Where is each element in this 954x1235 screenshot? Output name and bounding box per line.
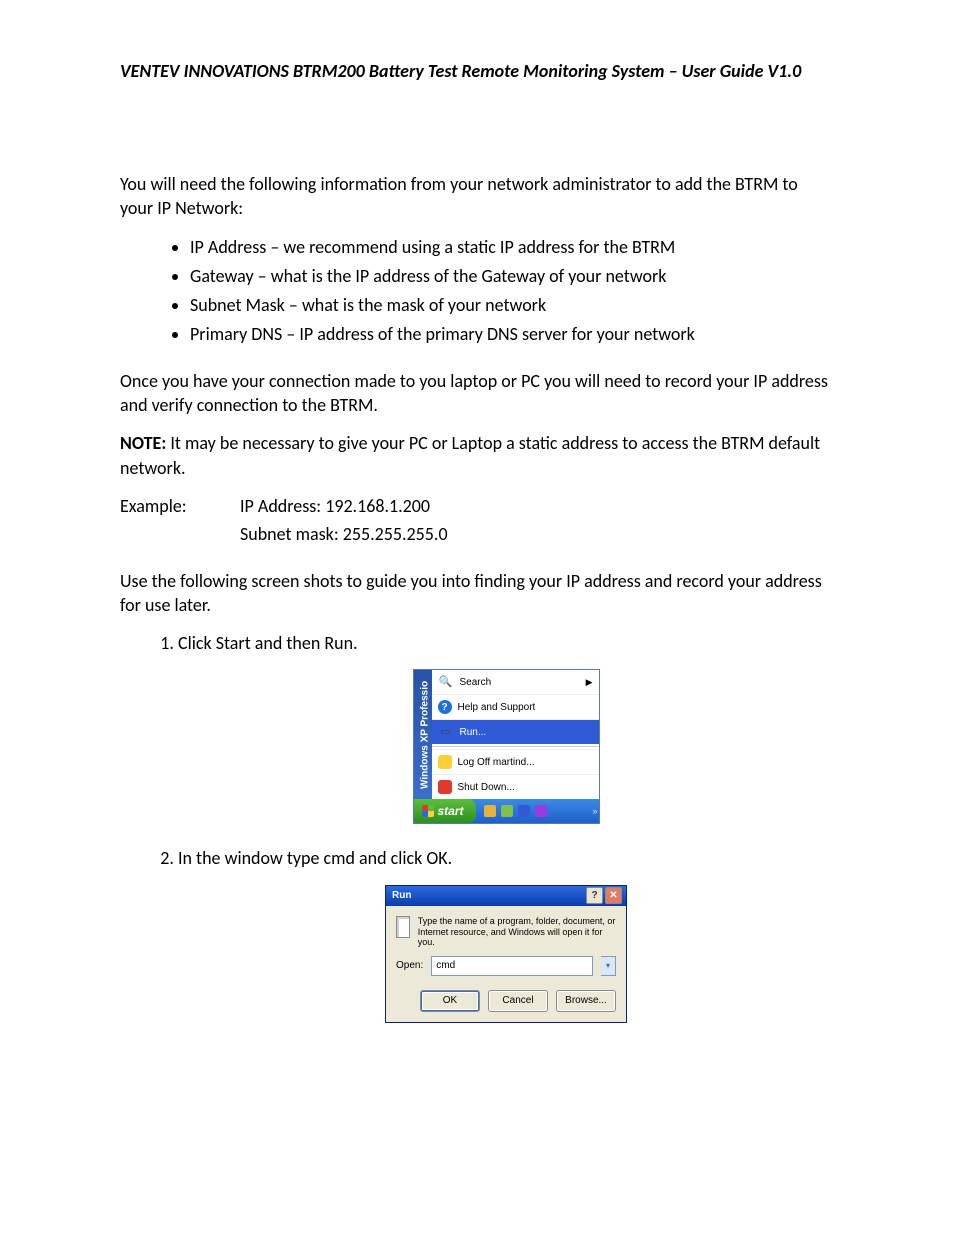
start-menu-item-label: Help and Support: [458, 701, 536, 715]
example-subnet: Subnet mask: 255.255.255.0: [240, 522, 448, 546]
start-menu-item-shutdown[interactable]: Shut Down...: [432, 774, 599, 799]
taskbar-overflow-icon[interactable]: »: [592, 799, 595, 823]
start-menu-item-logoff[interactable]: Log Off martind...: [432, 749, 599, 774]
start-menu-item-label: Run...: [460, 726, 487, 740]
close-titlebar-button[interactable]: ✕: [605, 887, 622, 904]
help-icon: ?: [438, 700, 452, 714]
bullet-gateway: Gateway – what is the IP address of the …: [190, 264, 834, 288]
requirements-list: IP Address – we recommend using a static…: [120, 235, 834, 347]
run-dialog-figure: Run ? ✕ Type the name of a program, fold…: [385, 885, 627, 1023]
run-dialog-titlebar: Run ? ✕: [386, 886, 626, 906]
bullet-subnet: Subnet Mask – what is the mask of your n…: [190, 293, 834, 317]
start-menu-item-run[interactable]: ▭ Run...: [432, 719, 599, 744]
menu-separator: [432, 746, 599, 747]
step-1-text: Click Start and then Run.: [178, 632, 358, 654]
taskbar: start »: [414, 799, 599, 823]
quick-launch-icon[interactable]: [501, 805, 513, 817]
quick-launch-icon[interactable]: [518, 805, 530, 817]
screenshot-guide-paragraph: Use the following screen shots to guide …: [120, 569, 834, 618]
help-titlebar-button[interactable]: ?: [586, 887, 603, 904]
start-menu-figure: Windows XP Professio 🔍 Search ▶ ? Help a…: [413, 669, 600, 824]
quick-launch-icon[interactable]: [484, 805, 496, 817]
run-dialog-icon: [396, 916, 410, 938]
cancel-button[interactable]: Cancel: [488, 990, 548, 1012]
step-2: In the window type cmd and click OK. Run…: [178, 846, 834, 1023]
start-menu-item-label: Shut Down...: [458, 781, 515, 795]
note-paragraph: NOTE: It may be necessary to give your P…: [120, 431, 834, 480]
steps-list: Click Start and then Run. Windows XP Pro…: [120, 631, 834, 1023]
run-dialog-title: Run: [392, 889, 411, 903]
note-label: NOTE:: [120, 432, 166, 454]
start-menu-item-label: Log Off martind...: [458, 756, 535, 770]
submenu-arrow-icon: ▶: [586, 676, 593, 688]
windows-logo-icon: [422, 805, 434, 817]
browse-button[interactable]: Browse...: [556, 990, 616, 1012]
search-icon: 🔍: [438, 674, 454, 690]
intro-paragraph: You will need the following information …: [120, 172, 834, 221]
run-open-dropdown-button[interactable]: ▾: [601, 956, 616, 976]
start-menu-sidebar: Windows XP Professio: [414, 670, 432, 799]
bullet-ip: IP Address – we recommend using a static…: [190, 235, 834, 259]
record-ip-paragraph: Once you have your connection made to yo…: [120, 369, 834, 418]
start-menu-item-help[interactable]: ? Help and Support: [432, 694, 599, 719]
start-button[interactable]: start: [414, 799, 476, 823]
run-dialog-description: Type the name of a program, folder, docu…: [418, 916, 616, 948]
run-icon: ▭: [438, 724, 454, 740]
step-2-text: In the window type cmd and click OK.: [178, 847, 452, 869]
start-button-label: start: [438, 803, 464, 819]
quick-launch-icons: [484, 805, 547, 817]
step-1: Click Start and then Run. Windows XP Pro…: [178, 631, 834, 824]
start-menu-item-label: Search: [460, 676, 492, 690]
example-ip: IP Address: 192.168.1.200: [240, 494, 430, 518]
note-text: It may be necessary to give your PC or L…: [120, 432, 820, 478]
shutdown-icon: [438, 780, 452, 794]
bullet-dns: Primary DNS – IP address of the primary …: [190, 322, 834, 346]
quick-launch-icon[interactable]: [535, 805, 547, 817]
example-label: Example:: [120, 494, 240, 518]
ok-button[interactable]: OK: [420, 990, 480, 1012]
start-menu-item-search[interactable]: 🔍 Search ▶: [432, 670, 599, 694]
logoff-icon: [438, 755, 452, 769]
run-open-label: Open:: [396, 959, 423, 973]
run-open-input[interactable]: cmd: [431, 956, 593, 976]
page-header: VENTEV INNOVATIONS BTRM200 Battery Test …: [120, 60, 834, 82]
